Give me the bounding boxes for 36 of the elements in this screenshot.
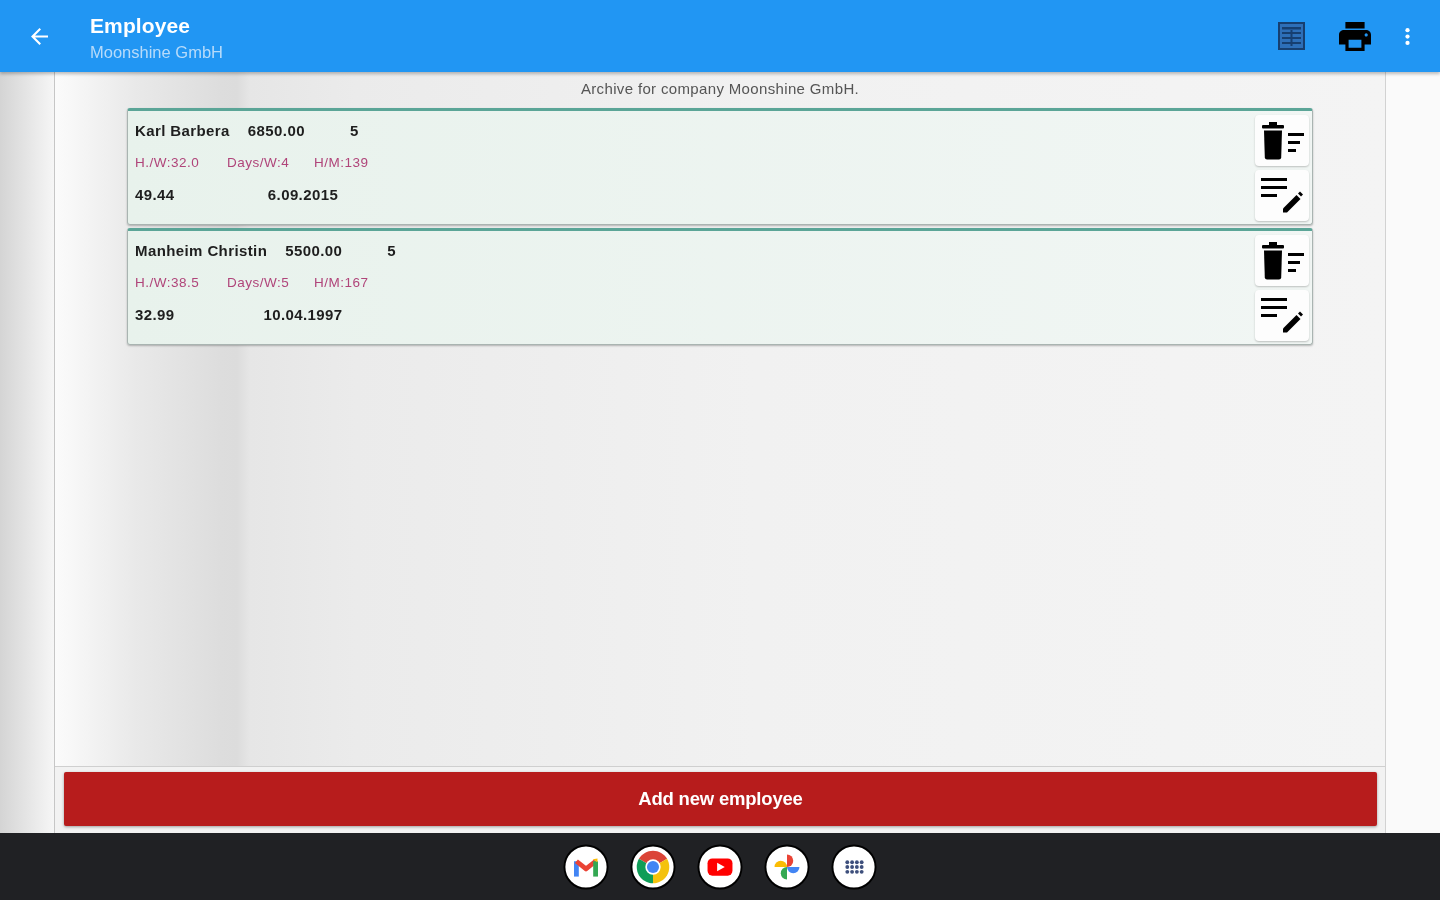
video-play-icon[interactable] [697,843,743,890]
app-title: Employee [90,13,190,39]
count-value: 5 [349,121,359,139]
hours-per-week-text: H./W:38.5 [135,274,200,290]
edit-button[interactable] [1255,170,1309,221]
days-per-week-text: Days/W:4 [227,154,290,170]
edit-button[interactable] [1255,290,1309,341]
lines-pencil-icon [1261,297,1303,334]
date-text: 10.04.1997 [263,305,343,323]
app-subtitle: Moonshine GmbH [90,42,223,63]
delete-button[interactable] [1255,115,1309,166]
amount-value: 6850.00 [247,121,305,139]
hours-per-week-text: H./W:32.0 [135,154,200,170]
rate-value: 49.44 [135,185,175,203]
mail-icon[interactable] [563,843,609,890]
apps-grid-icon[interactable] [831,843,877,890]
browser-icon[interactable] [630,843,676,890]
add-employee-button[interactable]: Add new employee [64,772,1377,826]
trash-lines-icon [1260,241,1304,280]
rate-value: 32.99 [135,305,175,323]
days-per-week-text: Days/W:5 [227,274,290,290]
delete-button[interactable] [1255,235,1309,286]
pinwheel-icon[interactable] [764,843,810,890]
hours-per-month-text: H/M:167 [314,274,369,290]
employee-name: Manheim Christin [135,241,268,259]
date-text: 6.09.2015 [267,185,339,203]
trash-lines-icon [1260,121,1304,160]
more-options-icon[interactable] [1405,27,1410,45]
back-arrow-icon[interactable] [31,28,48,45]
archive-caption: Archive for company Moonshine GmbH. [580,79,860,99]
employee-name: Karl Barbera [135,121,230,139]
lines-pencil-icon [1261,177,1303,214]
printer-icon[interactable] [1339,21,1371,51]
amount-value: 5500.00 [285,241,343,259]
hours-per-month-text: H/M:139 [314,154,369,170]
count-value: 5 [387,241,397,259]
